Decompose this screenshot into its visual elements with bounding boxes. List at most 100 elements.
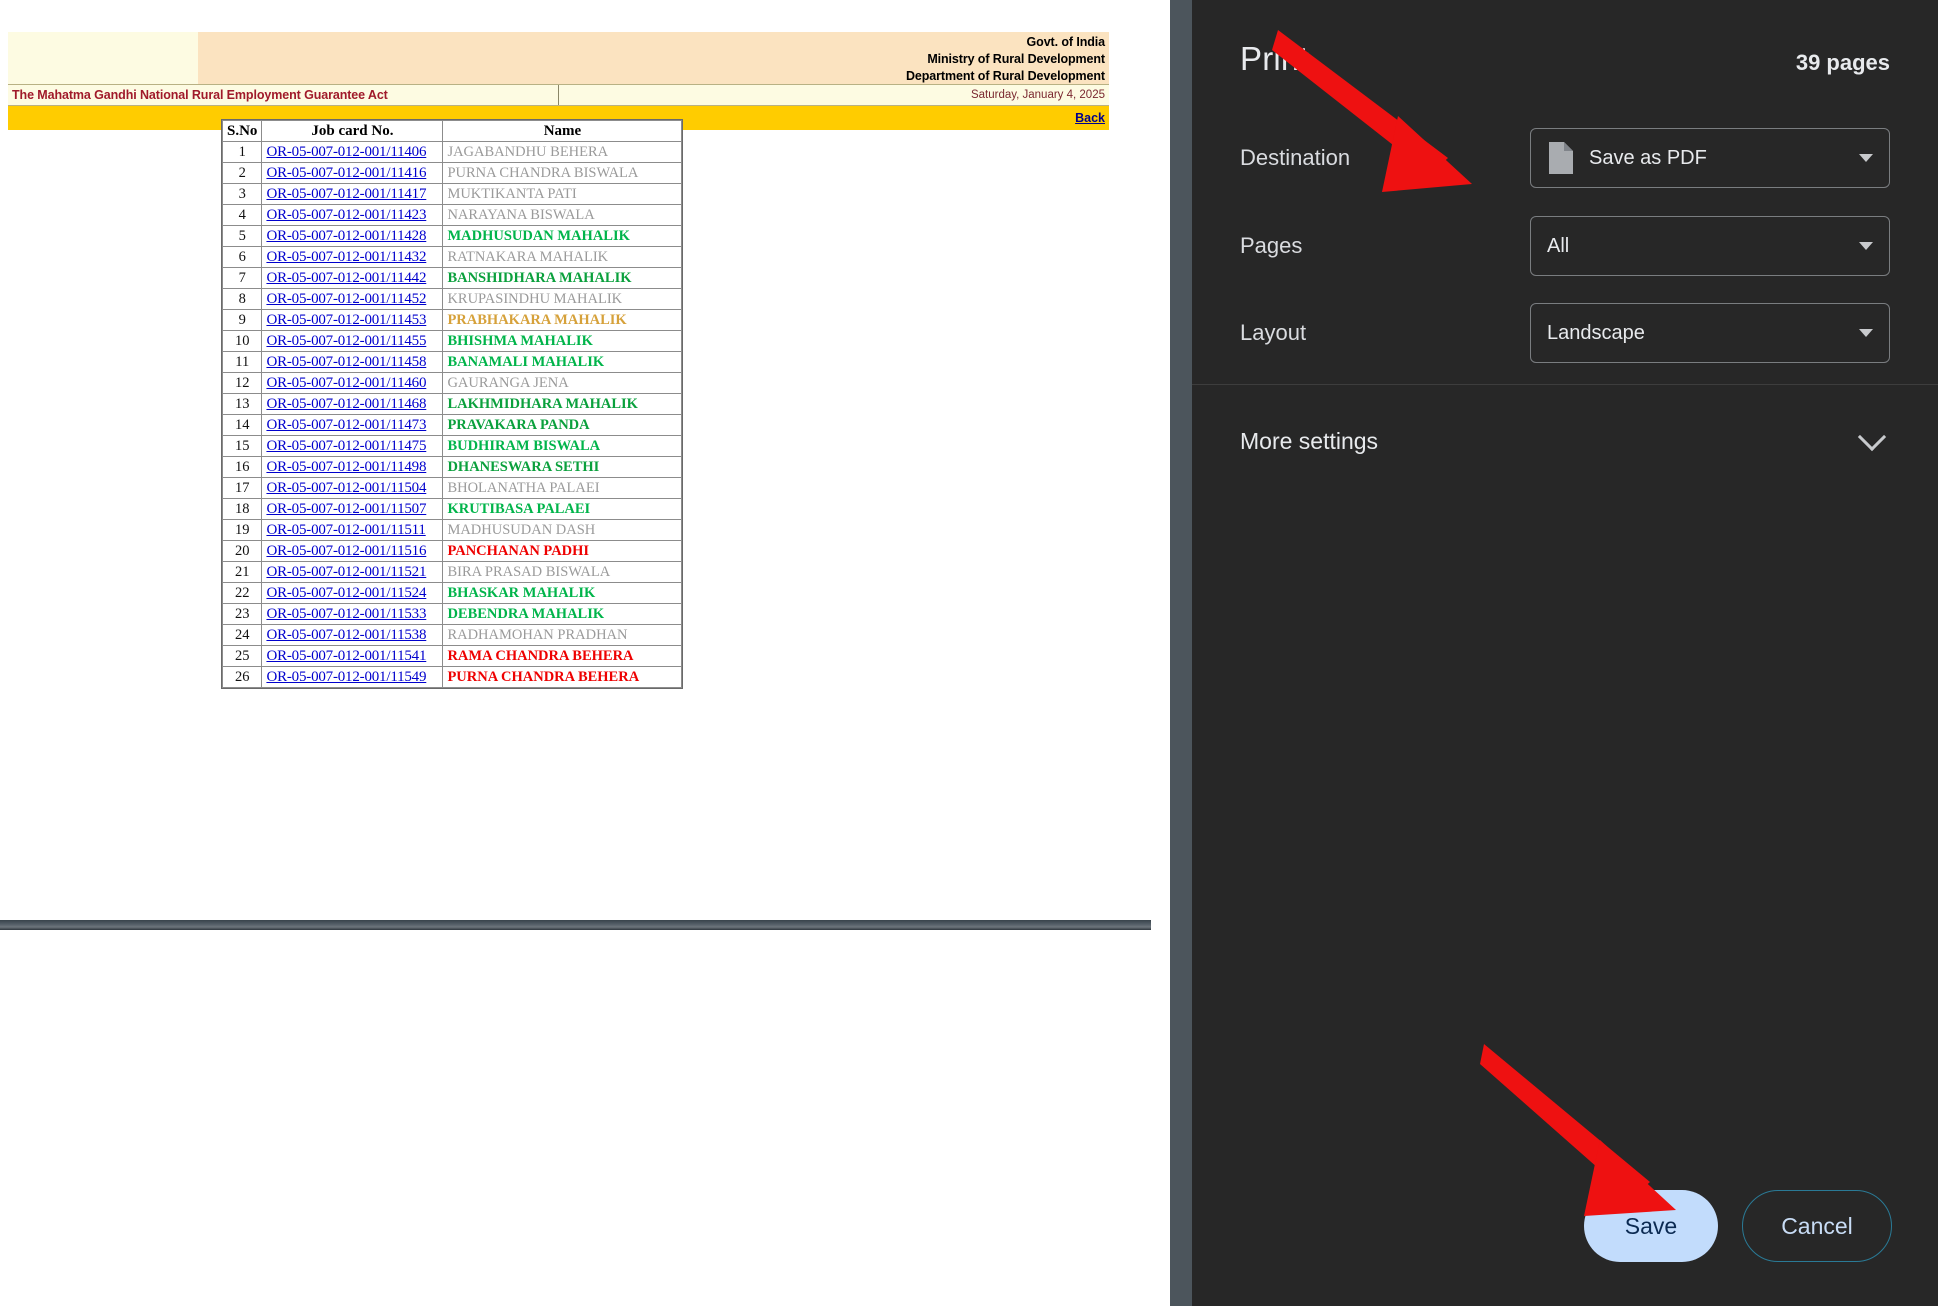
job-card-link[interactable]: OR-05-007-012-001/11416 bbox=[266, 165, 426, 181]
column-header-sno: S.No bbox=[223, 121, 262, 141]
cell-sno: 20 bbox=[223, 541, 262, 561]
table-row: 9 OR-05-007-012-001/11453 PRABHAKARA MAHAL… bbox=[223, 310, 682, 330]
header-banner: Govt. of India Ministry of Rural Develop… bbox=[8, 32, 1109, 84]
more-settings-toggle[interactable]: More settings bbox=[1240, 418, 1890, 464]
job-card-link[interactable]: OR-05-007-012-001/11498 bbox=[266, 459, 426, 475]
cell-jobcard: OR-05-007-012-001/11521 bbox=[262, 562, 443, 582]
job-card-link[interactable]: OR-05-007-012-001/11432 bbox=[266, 249, 426, 265]
job-card-link[interactable]: OR-05-007-012-001/11417 bbox=[266, 186, 426, 202]
cell-name: KRUPASINDHU MAHALIK bbox=[443, 289, 682, 309]
job-card-link[interactable]: OR-05-007-012-001/11458 bbox=[266, 354, 426, 370]
preview-dialog-divider bbox=[1170, 0, 1192, 1306]
job-card-link[interactable]: OR-05-007-012-001/11460 bbox=[266, 375, 426, 391]
act-title: The Mahatma Gandhi National Rural Employ… bbox=[8, 85, 559, 105]
cell-sno: 23 bbox=[223, 604, 262, 624]
cell-jobcard: OR-05-007-012-001/11417 bbox=[262, 184, 443, 204]
cell-jobcard: OR-05-007-012-001/11452 bbox=[262, 289, 443, 309]
table-row: 13 OR-05-007-012-001/11468 LAKHMIDHARA MAH… bbox=[223, 394, 682, 414]
cell-name: GAURANGA JENA bbox=[443, 373, 682, 393]
cell-sno: 6 bbox=[223, 247, 262, 267]
cell-sno: 16 bbox=[223, 457, 262, 477]
report-date: Saturday, January 4, 2025 bbox=[970, 89, 1105, 101]
job-card-link[interactable]: OR-05-007-012-001/11453 bbox=[266, 312, 426, 328]
cell-jobcard: OR-05-007-012-001/11423 bbox=[262, 205, 443, 225]
table-head: S.No Job card No. Name bbox=[223, 121, 682, 141]
cell-sno: 11 bbox=[223, 352, 262, 372]
cell-name: RAMA CHANDRA BEHERA bbox=[443, 646, 682, 666]
cell-sno: 14 bbox=[223, 415, 262, 435]
pages-label: Pages bbox=[1240, 233, 1303, 258]
table-row: 5 OR-05-007-012-001/11428 MADHUSUDAN MAHAL… bbox=[223, 226, 682, 246]
job-card-link[interactable]: OR-05-007-012-001/11524 bbox=[266, 585, 426, 601]
table-row: 1 OR-05-007-012-001/11406 JAGABANDHU BEHER… bbox=[223, 142, 682, 162]
chevron-down-icon bbox=[1859, 242, 1873, 250]
pages-row: Pages All bbox=[1240, 216, 1890, 276]
layout-row: Layout Landscape bbox=[1240, 303, 1890, 363]
job-card-link[interactable]: OR-05-007-012-001/11516 bbox=[266, 543, 426, 559]
chevron-down-icon bbox=[1859, 154, 1873, 162]
cell-sno: 22 bbox=[223, 583, 262, 603]
cell-sno: 3 bbox=[223, 184, 262, 204]
cell-name: PURNA CHANDRA BEHERA bbox=[443, 667, 682, 687]
job-card-link[interactable]: OR-05-007-012-001/11442 bbox=[266, 270, 426, 286]
save-button[interactable]: Save bbox=[1584, 1190, 1718, 1262]
destination-select[interactable]: Save as PDF bbox=[1530, 128, 1890, 188]
destination-label: Destination bbox=[1240, 145, 1351, 170]
cell-name: LAKHMIDHARA MAHALIK bbox=[443, 394, 682, 414]
job-card-link[interactable]: OR-05-007-012-001/11507 bbox=[266, 501, 426, 517]
cell-sno: 7 bbox=[223, 268, 262, 288]
job-card-link[interactable]: OR-05-007-012-001/11541 bbox=[266, 648, 426, 664]
cell-name: PURNA CHANDRA BISWALA bbox=[443, 163, 682, 183]
preview-page-1: Govt. of India Ministry of Rural Develop… bbox=[0, 0, 1151, 920]
table-row: 25 OR-05-007-012-001/11541 RAMA CHANDRA BE… bbox=[223, 646, 682, 666]
cell-jobcard: OR-05-007-012-001/11428 bbox=[262, 226, 443, 246]
job-card-link[interactable]: OR-05-007-012-001/11473 bbox=[266, 417, 426, 433]
table-row: 17 OR-05-007-012-001/11504 BHOLANATHA PALA… bbox=[223, 478, 682, 498]
cell-sno: 9 bbox=[223, 310, 262, 330]
job-card-link[interactable]: OR-05-007-012-001/11511 bbox=[266, 522, 425, 538]
cell-sno: 25 bbox=[223, 646, 262, 666]
cell-sno: 13 bbox=[223, 394, 262, 414]
job-card-link[interactable]: OR-05-007-012-001/11406 bbox=[266, 144, 426, 160]
back-link[interactable]: Back bbox=[1075, 106, 1105, 130]
cell-jobcard: OR-05-007-012-001/11511 bbox=[262, 520, 443, 540]
page-count-label: 39 pages bbox=[1795, 50, 1890, 75]
table-row: 10 OR-05-007-012-001/11455 BHISHMA MAHALIK bbox=[223, 331, 682, 351]
job-card-link[interactable]: OR-05-007-012-001/11475 bbox=[266, 438, 426, 454]
job-card-link[interactable]: OR-05-007-012-001/11423 bbox=[266, 207, 426, 223]
table-row: 14 OR-05-007-012-001/11473 PRAVAKARA PANDA bbox=[223, 415, 682, 435]
cell-sno: 24 bbox=[223, 625, 262, 645]
table-row: 2 OR-05-007-012-001/11416 PURNA CHANDRA BI… bbox=[223, 163, 682, 183]
pages-select[interactable]: All bbox=[1530, 216, 1890, 276]
job-card-link[interactable]: OR-05-007-012-001/11452 bbox=[266, 291, 426, 307]
cancel-button[interactable]: Cancel bbox=[1742, 1190, 1892, 1262]
job-card-link[interactable]: OR-05-007-012-001/11549 bbox=[266, 669, 426, 685]
cell-jobcard: OR-05-007-012-001/11541 bbox=[262, 646, 443, 666]
pdf-document-icon bbox=[1547, 142, 1573, 174]
job-card-link[interactable]: OR-05-007-012-001/11455 bbox=[266, 333, 426, 349]
table-row: 7 OR-05-007-012-001/11442 BANSHIDHARA MAHA… bbox=[223, 268, 682, 288]
job-card-link[interactable]: OR-05-007-012-001/11521 bbox=[266, 564, 426, 580]
cell-name: BUDHIRAM BISWALA bbox=[443, 436, 682, 456]
job-card-table-page1: S.No Job card No. Name 1 OR-05-007-012-00… bbox=[221, 119, 684, 689]
job-card-link[interactable]: OR-05-007-012-001/11468 bbox=[266, 396, 426, 412]
dialog-action-buttons: Save Cancel bbox=[1584, 1190, 1892, 1262]
job-card-link[interactable]: OR-05-007-012-001/11428 bbox=[266, 228, 426, 244]
chevron-down-icon bbox=[1859, 329, 1873, 337]
table-row: 8 OR-05-007-012-001/11452 KRUPASINDHU MAHA… bbox=[223, 289, 682, 309]
cell-sno: 26 bbox=[223, 667, 262, 687]
job-card-link[interactable]: OR-05-007-012-001/11538 bbox=[266, 627, 426, 643]
table-row: 3 OR-05-007-012-001/11417 MUKTIKANTA PATI bbox=[223, 184, 682, 204]
page-separator bbox=[0, 920, 1151, 930]
cell-name: RADHAMOHAN PRADHAN bbox=[443, 625, 682, 645]
cell-name: KRUTIBASA PALAEI bbox=[443, 499, 682, 519]
cell-name: BHOLANATHA PALAEI bbox=[443, 478, 682, 498]
job-card-link[interactable]: OR-05-007-012-001/11533 bbox=[266, 606, 426, 622]
job-card-link[interactable]: OR-05-007-012-001/11504 bbox=[266, 480, 426, 496]
govt-line-3: Department of Rural Development bbox=[905, 68, 1105, 83]
cell-jobcard: OR-05-007-012-001/11504 bbox=[262, 478, 443, 498]
table-row: 23 OR-05-007-012-001/11533 DEBENDRA MAHALI… bbox=[223, 604, 682, 624]
cell-name: MUKTIKANTA PATI bbox=[443, 184, 682, 204]
table-row: 12 OR-05-007-012-001/11460 GAURANGA JENA bbox=[223, 373, 682, 393]
layout-select[interactable]: Landscape bbox=[1530, 303, 1890, 363]
